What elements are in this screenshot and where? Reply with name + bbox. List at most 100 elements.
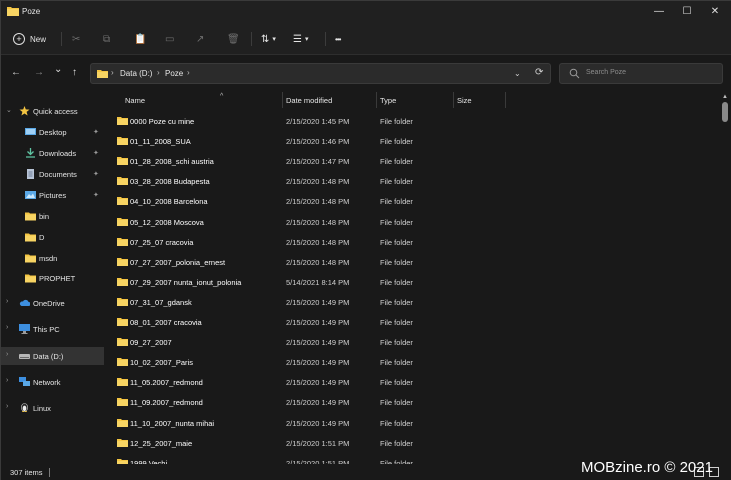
- address-bar[interactable]: › Data (D:) › Poze › ⌄ ⟳: [90, 63, 551, 84]
- file-explorer-window: Poze — ☐ ✕ + New ✂ ⧉ 📋 ▭ ↗ 🗑 ⇅ ▾ ☰ ▾ •••…: [0, 0, 731, 480]
- up-arrow-icon[interactable]: ↑: [72, 67, 77, 78]
- pin-icon[interactable]: ✦: [93, 191, 99, 199]
- refresh-icon[interactable]: ⟳: [535, 67, 543, 78]
- pin-icon[interactable]: ✦: [93, 170, 99, 178]
- sort-button[interactable]: ⇅ ▾: [261, 31, 276, 47]
- chevron-down-icon[interactable]: ⌄: [6, 106, 12, 114]
- table-row[interactable]: 07_27_2007_polonia_ernest 2/15/2020 1:48 …: [104, 252, 714, 272]
- column-divider[interactable]: [376, 92, 377, 108]
- delete-icon[interactable]: 🗑: [227, 31, 240, 47]
- folder-icon: [117, 418, 128, 427]
- table-row[interactable]: 09_27_2007 2/15/2020 1:49 PM File folder: [104, 332, 714, 352]
- document-icon: [27, 169, 34, 179]
- sidebar-item-data-drive[interactable]: › Data (D:): [1, 347, 104, 365]
- maximize-button[interactable]: ☐: [673, 1, 701, 21]
- file-type: File folder: [380, 438, 413, 448]
- sidebar-item-label: Quick access: [33, 107, 78, 116]
- column-header-type[interactable]: Type: [380, 96, 396, 112]
- forward-arrow-icon[interactable]: →: [34, 67, 44, 78]
- table-row[interactable]: 03_28_2008 Budapesta 2/15/2020 1:48 PM Fil…: [104, 171, 714, 191]
- file-name: 04_10_2008 Barcelona: [130, 197, 208, 207]
- table-row[interactable]: 07_29_2007 nunta_ionut_polonia 5/14/2021 …: [104, 272, 714, 292]
- folder-icon: [117, 318, 128, 326]
- chevron-right-icon[interactable]: ›: [6, 324, 8, 331]
- sidebar-item-msdn[interactable]: msdn: [1, 249, 104, 267]
- sidebar-item-pictures[interactable]: Pictures ✦: [1, 186, 104, 204]
- file-name: 01_28_2008_schi austria: [130, 157, 214, 167]
- chevron-down-icon[interactable]: ⌄: [514, 69, 521, 78]
- sidebar-item-documents[interactable]: Documents ✦: [1, 165, 104, 183]
- sidebar-item-quick-access[interactable]: ⌄ Quick access: [1, 102, 104, 120]
- file-date-modified: 2/15/2020 1:46 PM: [286, 137, 350, 147]
- chevron-right-icon[interactable]: ›: [6, 403, 8, 410]
- table-row[interactable]: 04_10_2008 Barcelona 2/15/2020 1:48 PM Fil…: [104, 191, 714, 211]
- recent-locations-icon[interactable]: ⌄: [54, 64, 62, 75]
- sidebar-item-linux[interactable]: › Linux: [1, 399, 104, 417]
- paste-icon[interactable]: 📋: [134, 31, 146, 47]
- sidebar-item-onedrive[interactable]: › OneDrive: [1, 294, 104, 312]
- breadcrumb-drive[interactable]: Data (D:): [120, 69, 152, 78]
- folder-icon: [117, 117, 128, 125]
- chevron-right-icon[interactable]: ›: [6, 351, 8, 358]
- pictures-icon: [25, 191, 36, 199]
- table-row[interactable]: 11_09.2007_redmond 2/15/2020 1:49 PM File …: [104, 392, 714, 412]
- close-button[interactable]: ✕: [701, 1, 729, 21]
- breadcrumb-folder[interactable]: Poze: [165, 69, 183, 78]
- cut-icon[interactable]: ✂: [72, 31, 80, 47]
- sidebar-item-d[interactable]: D: [1, 228, 104, 246]
- file-type: File folder: [380, 318, 413, 327]
- sidebar-item-label: Pictures: [39, 191, 67, 200]
- sidebar-item-this-pc[interactable]: › This PC: [1, 320, 104, 338]
- scrollbar-thumb[interactable]: [722, 102, 728, 122]
- vertical-scrollbar[interactable]: ▲: [720, 92, 730, 464]
- file-name: 11_10_2007_nunta mihai: [130, 418, 215, 428]
- table-row[interactable]: 01_11_2008_SUA 2/15/2020 1:46 PM File fold…: [104, 131, 714, 151]
- table-row[interactable]: 07_25_07 cracovia 2/15/2020 1:48 PM File f…: [104, 232, 714, 252]
- view-button[interactable]: ☰ ▾: [293, 31, 308, 47]
- file-date-modified: 2/15/2020 1:48 PM: [286, 177, 350, 187]
- folder-icon: [25, 274, 36, 283]
- linux-penguin-icon: [21, 403, 28, 412]
- back-arrow-icon[interactable]: ←: [11, 67, 21, 78]
- sidebar-item-desktop[interactable]: Desktop ✦: [1, 123, 104, 141]
- rename-icon[interactable]: ▭: [165, 31, 174, 47]
- minimize-button[interactable]: —: [645, 1, 673, 21]
- search-input[interactable]: Search Poze: [559, 63, 723, 84]
- more-options-icon[interactable]: •••: [335, 31, 341, 47]
- column-divider[interactable]: [282, 92, 283, 108]
- table-row[interactable]: 11_05.2007_redmond 2/15/2020 1:49 PM File …: [104, 372, 714, 392]
- pin-icon[interactable]: ✦: [93, 149, 99, 157]
- sidebar-item-label: bin: [39, 212, 50, 221]
- table-row[interactable]: 08_01_2007 cracovia 2/15/2020 1:49 PM File…: [104, 312, 714, 332]
- sidebar-item-bin[interactable]: bin: [1, 207, 104, 225]
- folder-icon: [117, 277, 128, 286]
- table-row[interactable]: 0000 Poze cu mine 2/15/2020 1:45 PM File f…: [104, 111, 714, 131]
- breadcrumb-separator-icon: ›: [111, 68, 114, 77]
- table-row[interactable]: 07_31_07_gdansk 2/15/2020 1:49 PM File fol…: [104, 292, 714, 312]
- sidebar-item-prophet[interactable]: PROPHET: [1, 269, 104, 287]
- column-divider[interactable]: [453, 92, 454, 108]
- table-row[interactable]: 05_12_2008 Moscova 2/15/2020 1:48 PM File …: [104, 212, 714, 232]
- star-icon: [19, 106, 30, 116]
- sidebar-item-label: Linux: [33, 404, 51, 413]
- sidebar-item-network[interactable]: › Network: [1, 373, 104, 391]
- table-row[interactable]: 12_25_2007_maie 2/15/2020 1:51 PM File fol…: [104, 433, 714, 453]
- copy-icon[interactable]: ⧉: [103, 31, 110, 47]
- chevron-right-icon[interactable]: ›: [6, 298, 8, 305]
- column-divider[interactable]: [505, 92, 506, 108]
- column-header-name[interactable]: Name ^: [125, 93, 223, 112]
- sidebar-item-label: D: [39, 233, 45, 242]
- sidebar-item-downloads[interactable]: Downloads ✦: [1, 144, 104, 162]
- plus-icon: +: [13, 33, 25, 45]
- column-header-date[interactable]: Date modified: [286, 96, 332, 112]
- new-button[interactable]: + New: [13, 31, 53, 47]
- sidebar-item-label: msdn: [39, 254, 58, 263]
- scroll-up-icon[interactable]: ▲: [722, 94, 728, 100]
- pin-icon[interactable]: ✦: [93, 128, 99, 136]
- table-row[interactable]: 10_02_2007_Paris 2/15/2020 1:49 PM File fo…: [104, 352, 714, 372]
- table-row[interactable]: 01_28_2008_schi austria 2/15/2020 1:47 PM…: [104, 151, 714, 171]
- column-header-size[interactable]: Size: [457, 96, 472, 112]
- table-row[interactable]: 11_10_2007_nunta mihai 2/15/2020 1:49 PM F…: [104, 413, 714, 433]
- chevron-right-icon[interactable]: ›: [6, 377, 8, 384]
- share-icon[interactable]: ↗: [196, 31, 204, 47]
